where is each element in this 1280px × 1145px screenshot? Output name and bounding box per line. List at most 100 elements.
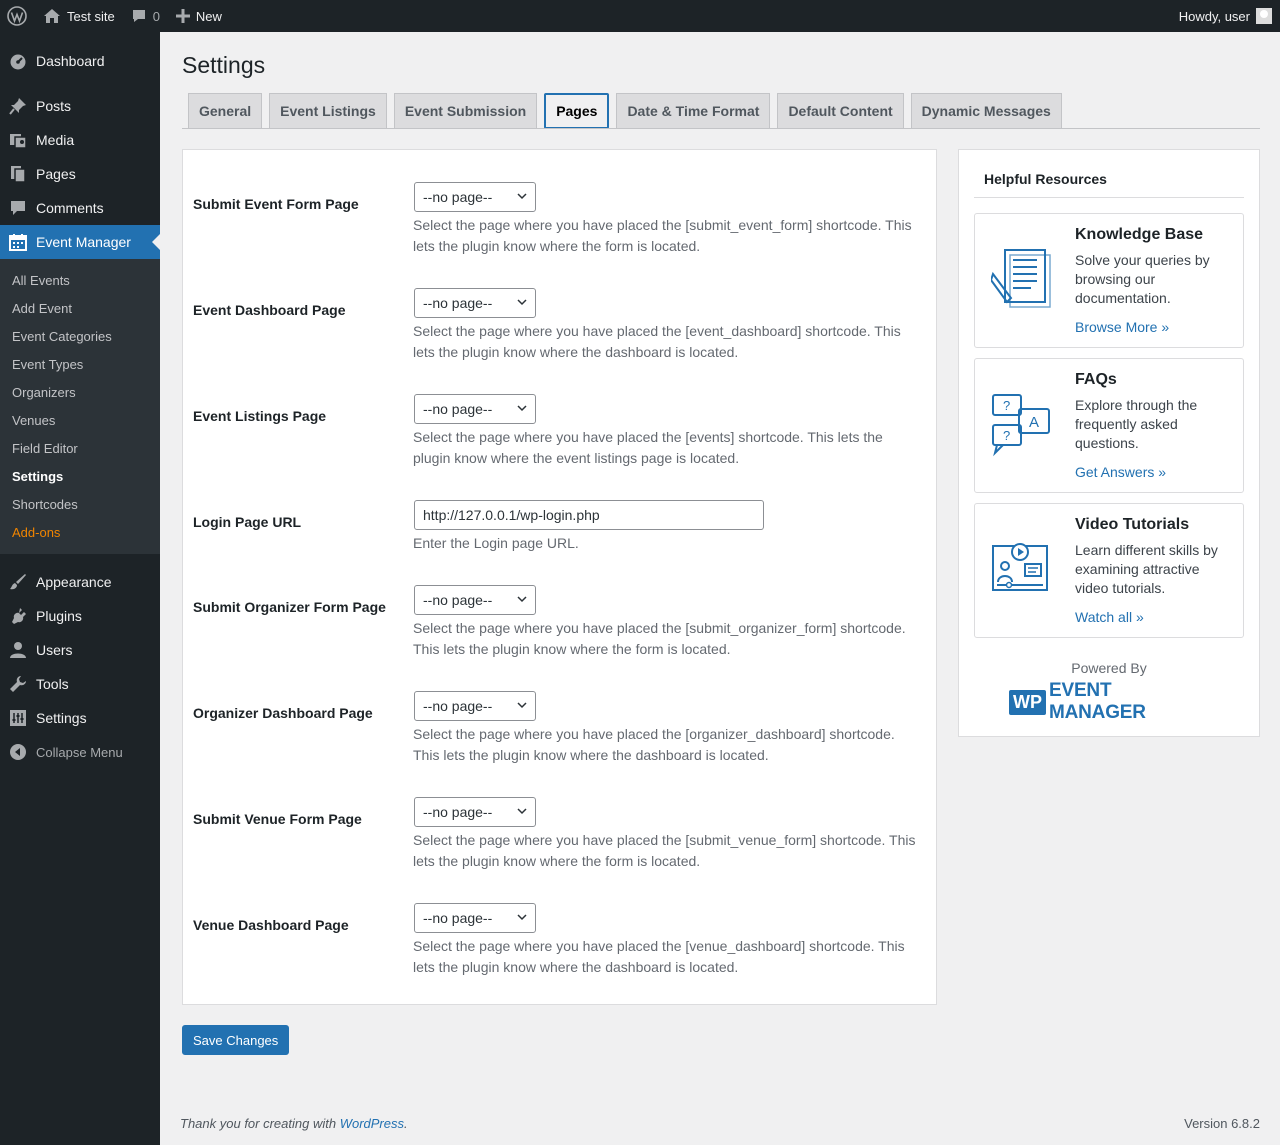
resource-card-knowledge-base: Knowledge Base Solve your queries by bro…	[974, 213, 1244, 348]
submenu-event-categories[interactable]: Event Categories	[0, 322, 160, 350]
faq-icon: ? A ?	[992, 394, 1050, 457]
submit-organizer-form-page-select[interactable]: --no page--	[414, 585, 536, 615]
setting-description: Enter the Login page URL.	[413, 535, 579, 551]
collapse-menu-button[interactable]: Collapse Menu	[0, 735, 160, 769]
tab-event-listings[interactable]: Event Listings	[269, 93, 387, 129]
comment-icon	[9, 199, 27, 217]
get-answers-link[interactable]: Get Answers »	[1075, 464, 1166, 480]
login-page-url-input[interactable]: http://127.0.0.1/wp-login.php	[414, 500, 764, 530]
resource-card-video-tutorials: Video Tutorials Learn different skills b…	[974, 503, 1244, 638]
home-icon	[43, 8, 61, 24]
video-icon	[992, 543, 1048, 591]
save-changes-button[interactable]: Save Changes	[182, 1025, 290, 1055]
wordpress-icon	[7, 6, 27, 26]
menu-label: Tools	[36, 676, 69, 692]
avatar	[1256, 8, 1272, 24]
submit-event-form-page-select[interactable]: --no page--	[414, 182, 536, 212]
menu-label: Comments	[36, 200, 104, 216]
pin-icon	[9, 97, 27, 115]
admin-bar: Test site 0 New Howdy, user	[0, 0, 1280, 32]
menu-settings[interactable]: Settings	[0, 701, 160, 735]
settings-panel: Submit Event Form Page --no page-- Selec…	[182, 149, 937, 1005]
plug-icon	[9, 607, 27, 625]
tab-dynamic-messages[interactable]: Dynamic Messages	[910, 93, 1062, 129]
menu-users[interactable]: Users	[0, 633, 160, 667]
wordpress-logo-button[interactable]	[0, 0, 35, 32]
new-content-link[interactable]: New	[168, 0, 230, 32]
setting-description: Select the page where you have placed th…	[413, 938, 905, 975]
my-account-link[interactable]: Howdy, user	[1179, 0, 1272, 32]
wrench-icon	[9, 675, 27, 693]
event-manager-submenu: All Events Add Event Event Categories Ev…	[0, 259, 160, 554]
menu-tools[interactable]: Tools	[0, 667, 160, 701]
submenu-all-events[interactable]: All Events	[0, 266, 160, 294]
site-name: Test site	[67, 8, 115, 24]
card-title: Knowledge Base	[1075, 226, 1204, 243]
collapse-icon	[9, 743, 27, 761]
menu-appearance[interactable]: Appearance	[0, 565, 160, 599]
brush-icon	[9, 573, 27, 591]
setting-description: Select the page where you have placed th…	[413, 323, 901, 360]
venue-dashboard-page-select[interactable]: --no page--	[414, 903, 536, 933]
footer-version: Version 6.8.2	[1184, 1116, 1260, 1131]
svg-text:?: ?	[1003, 398, 1010, 413]
tab-default-content[interactable]: Default Content	[777, 93, 904, 129]
tab-event-submission[interactable]: Event Submission	[393, 93, 538, 129]
chevron-down-icon	[517, 596, 527, 603]
menu-posts[interactable]: Posts	[0, 89, 160, 123]
submenu-addons[interactable]: Add-ons	[0, 518, 160, 546]
submenu-field-editor[interactable]: Field Editor	[0, 434, 160, 462]
select-value: --no page--	[423, 295, 493, 311]
wp-event-manager-logo[interactable]: WP EVENT MANAGER	[1009, 680, 1209, 723]
menu-pages[interactable]: Pages	[0, 157, 160, 191]
greeting: Howdy, user	[1178, 8, 1250, 24]
setting-description: Select the page where you have placed th…	[413, 217, 912, 254]
submenu-organizers[interactable]: Organizers	[0, 378, 160, 406]
menu-media[interactable]: Media	[0, 123, 160, 157]
menu-label: Posts	[36, 98, 72, 114]
watch-all-link[interactable]: Watch all »	[1075, 609, 1144, 625]
menu-label: Appearance	[36, 574, 112, 590]
footer-thanks-suffix: .	[404, 1116, 408, 1131]
tab-pages[interactable]: Pages	[544, 93, 610, 129]
submenu-venues[interactable]: Venues	[0, 406, 160, 434]
select-value: --no page--	[423, 804, 493, 820]
card-text: Learn different skills by examining attr…	[1075, 542, 1218, 596]
new-label: New	[195, 8, 222, 24]
menu-dashboard[interactable]: Dashboard	[0, 44, 160, 78]
menu-event-manager[interactable]: Event Manager	[0, 225, 160, 259]
submit-venue-form-page-select[interactable]: --no page--	[414, 797, 536, 827]
submenu-add-event[interactable]: Add Event	[0, 294, 160, 322]
tab-date-time-format[interactable]: Date & Time Format	[616, 93, 771, 129]
submenu-settings[interactable]: Settings	[0, 462, 160, 490]
setting-description: Select the page where you have placed th…	[413, 832, 916, 869]
tabs-divider	[182, 128, 1260, 129]
submenu-event-types[interactable]: Event Types	[0, 350, 160, 378]
menu-label: Dashboard	[36, 53, 105, 69]
site-name-link[interactable]: Test site	[35, 0, 123, 32]
submenu-shortcodes[interactable]: Shortcodes	[0, 490, 160, 518]
menu-label: Users	[36, 642, 73, 658]
setting-label: Organizer Dashboard Page	[193, 705, 373, 721]
select-value: --no page--	[423, 189, 493, 205]
organizer-dashboard-page-select[interactable]: --no page--	[414, 691, 536, 721]
tab-general[interactable]: General	[188, 93, 263, 129]
setting-description: Select the page where you have placed th…	[413, 726, 895, 763]
menu-label: Pages	[36, 166, 76, 182]
comments-link[interactable]: 0	[123, 0, 168, 32]
chevron-down-icon	[517, 193, 527, 200]
plus-icon	[175, 9, 190, 23]
admin-sidebar: Dashboard Posts Media Pages Comments Eve…	[0, 32, 160, 1145]
user-icon	[9, 641, 27, 659]
footer-thanks-text: Thank you for creating with	[180, 1116, 340, 1131]
browse-more-link[interactable]: Browse More »	[1075, 319, 1169, 335]
menu-comments[interactable]: Comments	[0, 191, 160, 225]
event-dashboard-page-select[interactable]: --no page--	[414, 288, 536, 318]
card-title: FAQs	[1075, 371, 1117, 388]
resources-title: Helpful Resources	[984, 171, 1107, 187]
menu-label: Media	[36, 132, 75, 148]
event-listings-page-select[interactable]: --no page--	[414, 394, 536, 424]
chevron-down-icon	[517, 299, 527, 306]
menu-plugins[interactable]: Plugins	[0, 599, 160, 633]
wordpress-link[interactable]: WordPress	[340, 1116, 404, 1131]
